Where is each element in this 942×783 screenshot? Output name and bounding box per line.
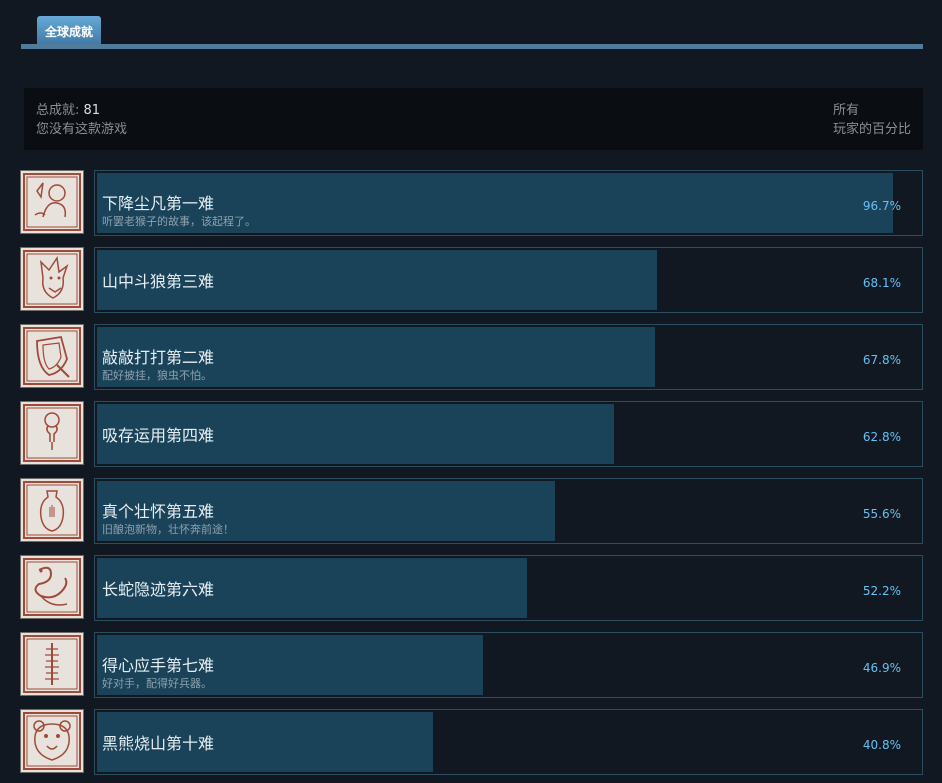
achievement-percent: 55.6%: [862, 507, 901, 521]
achievement-percent: 46.9%: [862, 661, 901, 675]
tab-bar: 全球成就: [21, 0, 923, 50]
achievement-percent: 40.8%: [862, 738, 901, 752]
achievement-progress-frame: 真个壮怀第五难 旧酿泡新物，壮怀奔前途！ 55.6%: [94, 478, 923, 544]
achievement-title: 得心应手第七难: [102, 656, 215, 675]
column-label-line1: 所有: [832, 103, 859, 118]
achievement-progress-frame: 吸存运用第四难 62.8%: [94, 401, 923, 467]
achievement-percent: 67.8%: [862, 353, 901, 367]
total-achievements: 总成就: 81: [36, 101, 127, 120]
achievement-title: 下降尘凡第一难: [102, 194, 215, 213]
achievement-list: 下降尘凡第一难 听罢老猴子的故事，该起程了。 96.7% 山中斗狼第三难 68.…: [20, 170, 923, 783]
achievement-title: 黑熊烧山第十难: [102, 734, 215, 753]
achievement-title: 山中斗狼第三难: [102, 272, 215, 291]
achievement-title: 长蛇隐迹第六难: [102, 580, 215, 599]
achievement-row: 得心应手第七难 好对手，配得好兵器。 46.9%: [20, 632, 923, 698]
wolf-icon: [20, 247, 84, 311]
vase-icon: [20, 478, 84, 542]
global-achievements-page: 全球成就 总成就: 81 您没有这款游戏 所有 玩家的百分比 下降尘凡第一难 听…: [0, 0, 942, 783]
bear-icon: [20, 709, 84, 773]
ownership-note: 您没有这款游戏: [36, 122, 128, 137]
staff-icon: [20, 632, 84, 696]
achievement-progress-frame: 下降尘凡第一难 听罢老猴子的故事，该起程了。 96.7%: [94, 170, 923, 236]
achievement-title: 敲敲打打第二难: [102, 348, 215, 367]
total-label: 总成就:: [36, 103, 80, 118]
summary-left: 总成就: 81 您没有这款游戏: [36, 101, 127, 139]
achievement-percent: 68.1%: [862, 276, 901, 290]
tab-underline: [21, 44, 923, 49]
achievement-row: 敲敲打打第二难 配好披挂，狼虫不怕。 67.8%: [20, 324, 923, 390]
shield-icon: [20, 324, 84, 388]
achievement-row: 山中斗狼第三难 68.1%: [20, 247, 923, 313]
achievement-progress-frame: 山中斗狼第三难 68.1%: [94, 247, 923, 313]
snake-icon: [20, 555, 84, 619]
achievement-row: 吸存运用第四难 62.8%: [20, 401, 923, 467]
achievement-description: 配好披挂，狼虫不怕。: [102, 369, 212, 382]
achievement-description: 好对手，配得好兵器。: [102, 677, 212, 690]
achievement-description: 旧酿泡新物，壮怀奔前途！: [102, 523, 234, 536]
achievement-progress-frame: 得心应手第七难 好对手，配得好兵器。 46.9%: [94, 632, 923, 698]
achievement-progress-frame: 黑熊烧山第十难 40.8%: [94, 709, 923, 775]
tab-global-achievements[interactable]: 全球成就: [37, 16, 102, 45]
achievement-description: 听罢老猴子的故事，该起程了。: [102, 215, 256, 228]
achievement-row: 真个壮怀第五难 旧酿泡新物，壮怀奔前途！ 55.6%: [20, 478, 923, 544]
achievement-title: 吸存运用第四难: [102, 426, 215, 445]
achievement-percent: 62.8%: [862, 430, 901, 444]
achievement-percent: 96.7%: [862, 199, 901, 213]
gourd-icon: [20, 401, 84, 465]
achievement-row: 下降尘凡第一难 听罢老猴子的故事，该起程了。 96.7%: [20, 170, 923, 236]
achievement-title: 真个壮怀第五难: [102, 502, 215, 521]
achievement-row: 黑熊烧山第十难 40.8%: [20, 709, 923, 775]
total-count: 81: [83, 103, 101, 118]
summary-right: 所有 玩家的百分比: [833, 101, 911, 139]
achievement-percent: 52.2%: [862, 584, 901, 598]
achievement-progress-frame: 敲敲打打第二难 配好披挂，狼虫不怕。 67.8%: [94, 324, 923, 390]
column-label-line2: 玩家的百分比: [832, 122, 911, 137]
achievement-progress-frame: 长蛇隐迹第六难 52.2%: [94, 555, 923, 621]
achievement-row: 长蛇隐迹第六难 52.2%: [20, 555, 923, 621]
achievement-summary: 总成就: 81 您没有这款游戏 所有 玩家的百分比: [24, 88, 923, 150]
monkey-icon: [20, 170, 84, 234]
